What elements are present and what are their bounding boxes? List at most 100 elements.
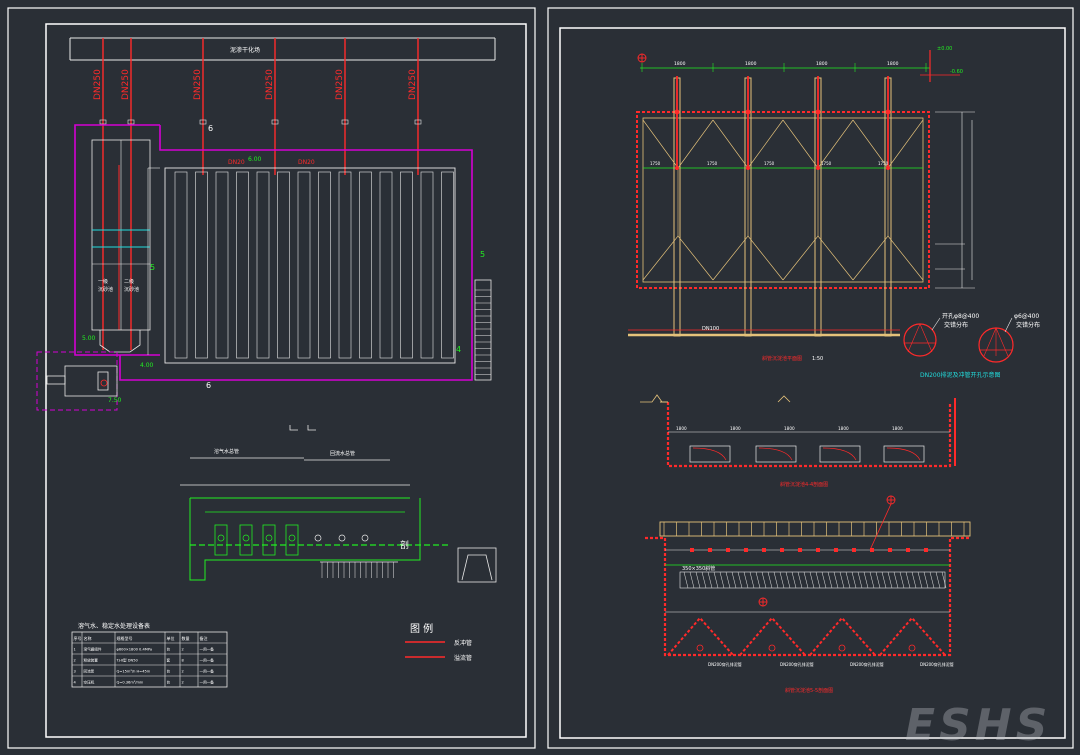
collector-9 [834, 548, 838, 552]
collector-8 [816, 548, 820, 552]
table-header-2: 名称 [84, 635, 92, 641]
plan-node-b-4 [886, 166, 890, 170]
table-cell-2-2: 释放装置 [84, 658, 99, 663]
section-1-title: 斜管沉淀池4-4剖面图 [780, 481, 828, 488]
table-cell-3-1: 3 [74, 670, 76, 674]
table-cell-1-5: 2 [182, 648, 184, 652]
collector-2 [708, 548, 712, 552]
table-cell-4-3: Q=0.36m³/min [117, 681, 144, 685]
table-cell-2-4: 套 [167, 658, 171, 663]
pipe-label-1: DN250 [93, 69, 103, 100]
table-cell-1-4: 台 [167, 647, 171, 652]
sec1-dim-5: 1800 [892, 426, 903, 431]
mid-dim-5: 1750 [878, 161, 889, 166]
table-header-5: 数量 [182, 635, 190, 641]
section-mark-4: 5 [150, 263, 155, 272]
top-dim-1: 1800 [674, 61, 686, 67]
collector-7 [798, 548, 802, 552]
collector-14 [924, 548, 928, 552]
small-label-2: 回流水总管 [330, 450, 355, 457]
table-cell-2-3: TJ-II型 DN50 [116, 658, 139, 663]
table-cell-1-6: 一用一备 [200, 647, 215, 652]
collector-1 [690, 548, 694, 552]
pipe-label-2: DN250 [121, 69, 131, 100]
collector-6 [780, 548, 784, 552]
sec1-dim-1: 1800 [676, 426, 687, 431]
sec1-dim-4: 1800 [838, 426, 849, 431]
schematic-title: 剖 [400, 539, 409, 551]
circle-1-line1: 开孔φ8@400 [942, 312, 979, 320]
plan-node-3 [815, 109, 821, 115]
collector-5 [762, 548, 766, 552]
section-mark-3: 5 [480, 250, 485, 259]
plan-node-2 [745, 109, 751, 115]
top-dim-2: 1800 [745, 61, 757, 67]
pipe-note: DN200排泥及冲管开孔示意图 [920, 371, 1001, 379]
pipe-label-4: DN250 [265, 69, 275, 100]
section-mark-1: 6 [208, 124, 213, 133]
plan-scale: 1:50 [812, 356, 823, 362]
elev-label-1: 6.00 [248, 156, 262, 163]
elev-mark-1: ±0.00 [937, 46, 952, 52]
dn-label-1: DN20 [228, 159, 245, 166]
drawing-viewport: 泥渗干化场 DN250 DN250 DN250 DN250 DN250 DN250 一级 … [0, 0, 1080, 755]
table-header-1: 序号 [74, 635, 82, 641]
collector-10 [852, 548, 856, 552]
elev-mark-2: -0.60 [950, 69, 963, 75]
plan-title: 斜管沉淀池平面图 [762, 355, 802, 362]
collector-4 [744, 548, 748, 552]
section-mark-5: 4 [456, 345, 461, 354]
collector-13 [906, 548, 910, 552]
dn-label-2: DN20 [298, 159, 315, 166]
chamber-label-2a: 二级 [124, 278, 134, 285]
table-cell-4-6: 一用一备 [200, 680, 215, 685]
collector-3 [726, 548, 730, 552]
sec2-callout-2: DN200穿孔排泥管 [780, 661, 814, 667]
table-cell-4-4: 台 [167, 680, 171, 685]
legend-title: 图 例 [410, 622, 433, 635]
pipe-label-5: DN250 [335, 69, 345, 100]
header-label: 泥渗干化场 [230, 46, 260, 54]
watermark: ESHS [905, 700, 1051, 751]
sec1-dim-3: 1800 [784, 426, 795, 431]
cad-drawing: 泥渗干化场 DN250 DN250 DN250 DN250 DN250 DN250 一级 … [0, 0, 1080, 755]
section-2-title: 斜管沉淀池5-5剖面图 [785, 687, 833, 694]
elev-label-3: 7.50 [108, 397, 122, 404]
elev-label-2: 5.00 [82, 335, 96, 342]
plan-node-4 [885, 109, 891, 115]
collector-12 [888, 548, 892, 552]
plan-node-b-1 [675, 166, 679, 170]
table-cell-2-6: 一用一备 [200, 658, 215, 663]
section-note: 350×350斜管 [682, 565, 715, 572]
table-cell-3-3: Q=15m³/h H=45m [117, 670, 151, 674]
plan-node-b-3 [816, 166, 820, 170]
circle-1-line2: 交错分布 [944, 321, 968, 329]
table-cell-3-2: 回流泵 [84, 669, 95, 674]
table-cell-1-1: 1 [74, 648, 76, 652]
table-cell-1-2: 溶气罐组件 [84, 647, 102, 652]
pipe-label-6: DN250 [408, 69, 418, 100]
table-cell-2-1: 2 [74, 659, 76, 663]
table-header-6: 备注 [200, 635, 208, 641]
pipe-label-3: DN250 [193, 69, 203, 100]
mid-dim-4: 1750 [821, 161, 832, 166]
sec2-callout-3: DN200穿孔排泥管 [850, 661, 884, 667]
table-cell-1-3: φ600×1800 0.4MPa [117, 648, 153, 652]
table-header-4: 单位 [167, 635, 175, 641]
table-title: 溶气水、稳定水处理设备表 [78, 622, 150, 630]
mid-dim-2: 1750 [707, 161, 718, 166]
chamber-label-2b: 沉砂池 [124, 286, 139, 293]
sec2-callout-4: DN200穿孔排泥管 [920, 661, 954, 667]
table-cell-4-2: 空压机 [84, 680, 95, 685]
circle-2-line2: 交错分布 [1016, 321, 1040, 329]
table-header-3: 规格型号 [117, 635, 133, 641]
sec2-callout-1: DN200穿孔排泥管 [708, 661, 742, 667]
legend-item-1: 反冲管 [454, 639, 472, 647]
chamber-label-1a: 一级 [98, 278, 108, 285]
sec1-dim-2: 1800 [730, 426, 741, 431]
table-cell-3-4: 台 [167, 669, 171, 674]
mid-dim-1: 1750 [650, 161, 661, 166]
table-cell-4-5: 2 [182, 681, 184, 685]
top-dim-3: 1800 [816, 61, 828, 67]
plan-node-1 [674, 109, 680, 115]
